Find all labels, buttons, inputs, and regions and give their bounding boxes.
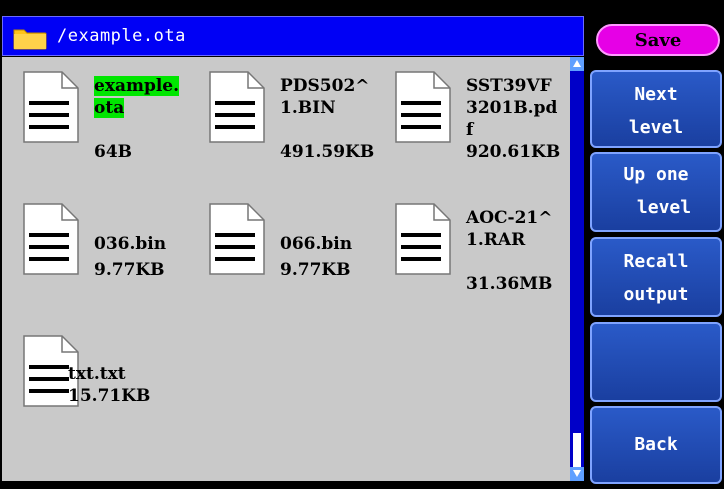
scroll-down-arrow-icon[interactable]	[570, 467, 584, 481]
recall-output-button[interactable]: Recall output	[590, 237, 722, 317]
file-name: AOC-21^1.RAR	[466, 208, 553, 250]
file-name: PDS502^1.BIN	[280, 76, 370, 118]
file-browser-screen: /example.ota example.ota 64B PDS502^1.BI	[0, 0, 724, 489]
scroll-thumb[interactable]	[573, 433, 581, 471]
file-name: txt.txt	[68, 364, 126, 384]
file-item-sst39vf3201b-pdf[interactable]: SST39VF3201B.pdf 920.61KB	[380, 65, 564, 185]
next-level-button[interactable]: Next level	[590, 70, 722, 148]
next-level-label-2: level	[628, 117, 684, 138]
current-path: /example.ota	[57, 26, 186, 46]
file-item-example-ota[interactable]: example.ota 64B	[8, 65, 192, 185]
file-size: 15.71KB	[68, 386, 151, 406]
scroll-up-arrow-icon[interactable]	[570, 57, 584, 71]
save-button[interactable]: Save	[596, 24, 720, 56]
file-name-rest: ta	[105, 98, 125, 118]
file-item-txt-txt[interactable]: txt.txt 15.71KB	[8, 329, 192, 449]
file-size: 491.59KB	[280, 142, 375, 162]
file-item-aoc-21-rar[interactable]: AOC-21^1.RAR 31.36MB	[380, 197, 564, 317]
document-icon	[209, 203, 265, 275]
file-name: 066.bin	[280, 234, 353, 254]
document-icon	[395, 71, 451, 143]
file-name: example.ota	[94, 75, 190, 119]
file-size: 920.61KB	[466, 142, 561, 162]
side-menu: Save Next level Up one level Recall outp…	[588, 0, 724, 489]
path-bar: /example.ota	[2, 16, 584, 56]
file-list: example.ota 64B PDS502^1.BIN 491.59KB SS…	[2, 57, 570, 481]
folder-icon	[13, 29, 47, 50]
document-icon	[23, 71, 79, 143]
empty-menu-button[interactable]	[590, 322, 722, 402]
file-item-pds502-bin[interactable]: PDS502^1.BIN 491.59KB	[194, 65, 378, 185]
recall-output-label-1: Recall	[623, 251, 689, 272]
file-item-066-bin[interactable]: 066.bin 9.77KB	[194, 197, 378, 317]
up-one-level-label-1: Up one	[623, 164, 689, 185]
up-one-level-label-2: level	[636, 197, 692, 218]
file-size: 9.77KB	[280, 260, 351, 280]
document-icon	[209, 71, 265, 143]
next-level-label-1: Next	[634, 84, 678, 105]
up-one-level-button[interactable]: Up one level	[590, 152, 722, 232]
file-name: SST39VF3201B.pdf	[466, 76, 558, 140]
file-item-036-bin[interactable]: 036.bin 9.77KB	[8, 197, 192, 317]
file-name: 036.bin	[94, 234, 167, 254]
document-icon	[23, 203, 79, 275]
document-icon	[395, 203, 451, 275]
file-size: 31.36MB	[466, 274, 553, 294]
recall-output-label-2: output	[623, 284, 689, 305]
file-size: 64B	[94, 142, 133, 162]
file-size: 9.77KB	[94, 260, 165, 280]
back-button[interactable]: Back	[590, 406, 722, 484]
scrollbar[interactable]	[570, 57, 584, 481]
